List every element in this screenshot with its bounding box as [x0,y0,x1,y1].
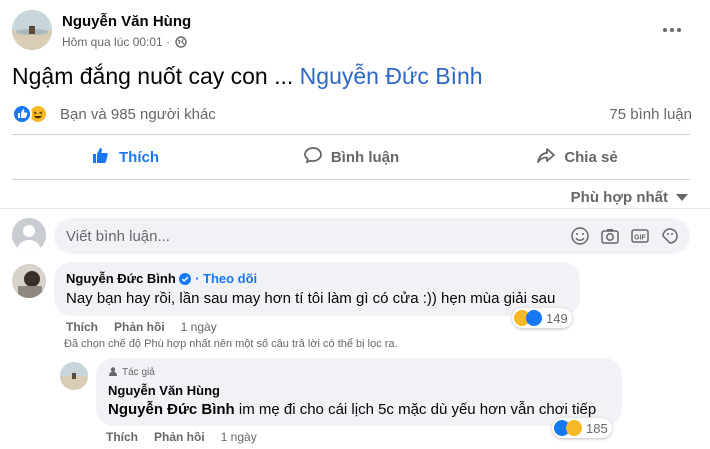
filter-notice: Đã chọn chế độ Phù hợp nhất nên một số c… [64,338,398,350]
reply-reaction-count: 185 [586,420,608,436]
reply-mention[interactable]: Nguyễn Đức Bình [108,401,235,418]
camera-icon[interactable] [600,226,620,246]
comment-reaction-count: 149 [546,310,568,326]
author-badge-label: Tác giả [122,367,155,378]
comment-count[interactable]: 75 bình luận [609,106,692,123]
author-badge-icon [108,366,118,379]
like-icon [12,104,32,124]
post-text: Ngậm đắng nuốt cay con ... Nguyễn Đức Bì… [12,63,483,90]
reply-body: im mẹ đi cho cái lịch 5c mặc dù yếu hơn … [238,401,597,418]
reply-reactions[interactable]: 185 [552,418,612,438]
emoji-icon[interactable] [570,226,590,246]
share-button[interactable]: Chia sẻ [464,137,690,177]
caret-down-icon [676,189,688,206]
globe-icon [175,36,188,51]
reply-author[interactable]: Nguyễn Văn Hùng [108,383,220,398]
reaction-text[interactable]: Bạn và 985 người khác [60,106,216,123]
author-avatar[interactable] [12,10,52,50]
sort-label: Phù hợp nhất [570,189,668,206]
action-bar: Thích Bình luận Chia sẻ [12,137,690,177]
comment-author[interactable]: Nguyễn Đức Bình [66,271,176,286]
post-header: Nguyễn Văn Hùng Hôm qua lúc 00:01 · [12,10,698,54]
comment-reactions[interactable]: 149 [512,308,572,328]
follow-link[interactable]: · Theo dõi [195,271,257,286]
timestamp-text[interactable]: Hôm qua lúc 00:01 · [62,35,170,49]
reply-author-avatar[interactable] [60,362,88,390]
sticker-icon[interactable] [660,226,680,246]
comment-text: Nay bạn hay rồi, lần sau may hơn tí tôi … [66,290,556,307]
reply-text: Nguyễn Đức Bình im mẹ đi cho cái lịch 5c… [108,401,596,418]
comment-time[interactable]: 1 ngày [181,320,217,334]
comment-button[interactable]: Bình luận [238,137,464,177]
comment-reply-link[interactable]: Phản hồi [114,320,165,334]
comment-actions: Thích Phản hồi 1 ngày [66,320,217,334]
verified-icon [179,273,192,288]
reply-bubble: Tác giả Nguyễn Văn Hùng Nguyễn Đức Bình … [96,358,622,426]
divider [12,179,690,180]
post-timestamp[interactable]: Hôm qua lúc 00:01 · [62,35,188,51]
comment-placeholder: Viết bình luận... [66,228,170,245]
svg-text:GIF: GIF [634,235,646,242]
divider [0,208,710,209]
comment-input[interactable]: Viết bình luận... GIF [54,218,690,254]
input-icons: GIF [570,226,680,246]
like-label: Thích [119,148,159,166]
reply-time[interactable]: 1 ngày [221,430,257,444]
author-name[interactable]: Nguyễn Văn Hùng [62,13,191,30]
thumbs-up-icon [91,145,111,169]
reply-reply-link[interactable]: Phản hồi [154,430,205,444]
author-badge: Tác giả [108,366,155,379]
user-avatar[interactable] [12,218,46,252]
commenter-avatar[interactable] [12,264,46,298]
reaction-icons[interactable] [12,104,52,124]
share-icon [536,145,556,169]
comment-icon [303,145,323,169]
more-options-icon[interactable] [660,22,684,38]
like-button[interactable]: Thích [12,137,238,177]
post-mention[interactable]: Nguyễn Đức Bình [300,63,483,89]
divider [12,134,690,135]
reply-actions: Thích Phản hồi 1 ngày [106,430,257,444]
comment-composer: Viết bình luận... GIF [12,218,690,254]
comment-bubble: Nguyễn Đức Bình · Theo dõi Nay bạn hay r… [54,262,580,316]
sort-dropdown[interactable]: Phù hợp nhất [571,189,688,206]
comment-like-link[interactable]: Thích [66,320,98,334]
comment-label: Bình luận [330,148,400,166]
share-label: Chia sẻ [564,148,618,166]
comment-header: Nguyễn Đức Bình · Theo dõi [66,271,257,288]
haha-icon [566,420,582,436]
gif-icon[interactable]: GIF [630,226,650,246]
post-body: Ngậm đắng nuốt cay con ... [12,63,294,89]
like-icon [526,310,542,326]
reactions-summary: Bạn và 985 người khác 75 bình luận [12,102,692,126]
reply-like-link[interactable]: Thích [106,430,138,444]
